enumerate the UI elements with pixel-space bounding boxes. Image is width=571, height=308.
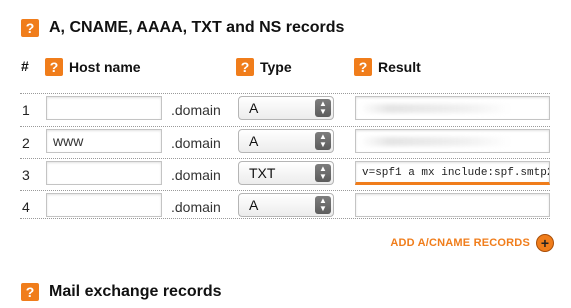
column-label-number: # — [21, 58, 29, 74]
obscured-value — [360, 137, 510, 146]
column-header-host: ? Host name — [45, 58, 141, 76]
type-help-icon[interactable]: ? — [236, 58, 254, 76]
result-value: v=spf1 a mx include:spf.smtp2g — [362, 167, 550, 179]
help-icon[interactable]: ? — [21, 19, 39, 37]
host-name-input[interactable] — [46, 193, 162, 217]
obscured-value — [360, 104, 510, 113]
record-type-value: A — [249, 100, 259, 116]
column-label-result: Result — [378, 59, 421, 75]
select-arrows-icon: ▲ ▼ — [315, 164, 331, 182]
result-help-icon[interactable]: ? — [354, 58, 372, 76]
record-type-select[interactable]: A ▲ ▼ — [238, 96, 334, 120]
row-divider — [20, 93, 550, 94]
column-header-number: # — [21, 58, 29, 74]
record-type-value: A — [249, 133, 259, 149]
record-row: 3 .domain TXT ▲ ▼ v=spf1 a mx include:spf… — [20, 158, 550, 192]
column-label-type: Type — [260, 59, 292, 75]
mail-section-header: ? Mail exchange records — [21, 283, 222, 301]
row-divider — [20, 158, 550, 159]
result-input[interactable] — [355, 193, 550, 217]
host-name-input[interactable] — [46, 129, 162, 153]
domain-suffix: .domain — [171, 167, 221, 183]
result-input[interactable] — [355, 96, 550, 120]
row-number: 1 — [22, 102, 30, 118]
records-section-header: ? A, CNAME, AAAA, TXT and NS records — [21, 19, 344, 37]
record-type-select[interactable]: A ▲ ▼ — [238, 129, 334, 153]
domain-suffix: .domain — [171, 199, 221, 215]
row-number: 2 — [22, 135, 30, 151]
record-type-select[interactable]: A ▲ ▼ — [238, 193, 334, 217]
section-title: A, CNAME, AAAA, TXT and NS records — [49, 19, 345, 36]
record-row: 2 .domain A ▲▼ — [20, 126, 550, 160]
section-title: Mail exchange records — [49, 283, 222, 300]
select-arrows-icon: ▲ ▼ — [315, 132, 331, 150]
row-divider — [20, 190, 550, 191]
record-type-value: TXT — [249, 165, 276, 181]
result-input[interactable]: v=spf1 a mx include:spf.smtp2g — [355, 161, 550, 185]
plus-icon: + — [536, 234, 554, 252]
domain-suffix: .domain — [171, 102, 221, 118]
row-divider — [20, 126, 550, 127]
row-number: 4 — [22, 199, 30, 215]
record-row: 1 .domain A ▲ ▼ — [20, 93, 550, 127]
column-label-host: Host name — [69, 59, 141, 75]
domain-suffix: .domain — [171, 135, 221, 151]
host-help-icon[interactable]: ? — [45, 58, 63, 76]
column-header-type: ? Type — [236, 58, 292, 76]
record-type-value: A — [249, 197, 259, 213]
record-type-select[interactable]: TXT ▲ ▼ — [238, 161, 334, 185]
host-name-input[interactable] — [46, 161, 162, 185]
column-header-result: ? Result — [354, 58, 421, 76]
help-icon[interactable]: ? — [21, 283, 39, 301]
result-input[interactable] — [355, 129, 550, 153]
row-number: 3 — [22, 167, 30, 183]
select-arrows-icon: ▲ ▼ — [315, 196, 331, 214]
row-divider — [20, 218, 550, 219]
select-arrows-icon: ▲ ▼ — [315, 99, 331, 117]
add-records-button[interactable]: ADD A/CNAME RECORDS + — [390, 234, 554, 252]
host-name-input[interactable] — [46, 96, 162, 120]
add-records-label: ADD A/CNAME RECORDS — [390, 237, 530, 249]
